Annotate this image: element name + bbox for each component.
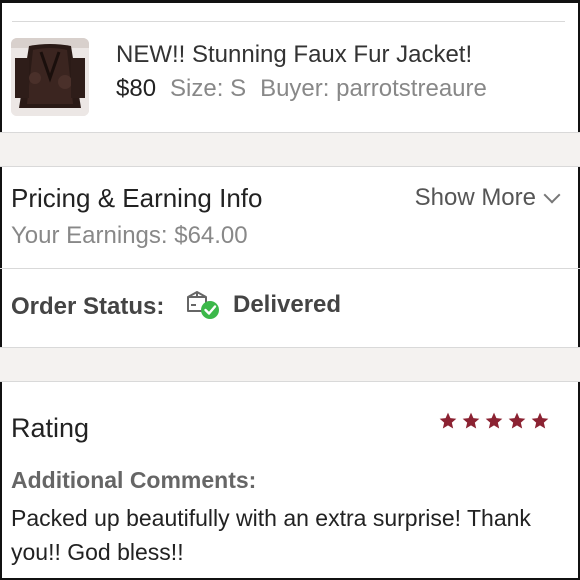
rating-section: Rating Additional Comments: Packed up be…	[0, 381, 580, 578]
rating-title: Rating	[11, 413, 90, 443]
order-status-value: Delivered	[233, 291, 342, 318]
section-gap	[0, 133, 580, 166]
screen-border-top	[0, 0, 580, 3]
star-icon	[485, 412, 503, 429]
package-delivered-icon	[187, 291, 219, 319]
star-icon	[508, 412, 526, 429]
show-more-label: Show More	[414, 184, 536, 211]
item-title[interactable]: NEW!! Stunning Faux Fur Jacket!	[116, 41, 472, 69]
star-icon	[439, 412, 457, 429]
order-status-label: Order Status:	[11, 293, 165, 320]
star-icon	[531, 412, 549, 429]
comments-label: Additional Comments:	[11, 467, 257, 493]
buyer-name[interactable]: Buyer: parrotstreaure	[260, 75, 487, 102]
item-thumbnail[interactable]	[11, 38, 89, 116]
pricing-title: Pricing & Earning Info	[11, 183, 263, 213]
earnings-text: Your Earnings: $64.00	[11, 222, 248, 249]
jacket-photo	[11, 38, 89, 116]
item-size: Size: S	[170, 75, 247, 102]
order-summary-card[interactable]: NEW!! Stunning Faux Fur Jacket! $80 Size:…	[0, 22, 580, 132]
star-icon	[462, 412, 480, 429]
show-more-button[interactable]: Show More	[414, 184, 561, 212]
star-rating	[438, 411, 550, 431]
chevron-down-icon	[543, 186, 561, 204]
section-gap	[0, 348, 580, 381]
item-price: $80	[116, 75, 157, 102]
comment-text: Packed up beautifully with an extra surp…	[11, 505, 531, 565]
order-status-row: Order Status: Delivered	[0, 269, 580, 347]
item-meta: $80 Size: S Buyer: parrotstreaure	[116, 75, 487, 103]
pricing-section: Pricing & Earning Info Show More Your Ea…	[0, 167, 580, 267]
